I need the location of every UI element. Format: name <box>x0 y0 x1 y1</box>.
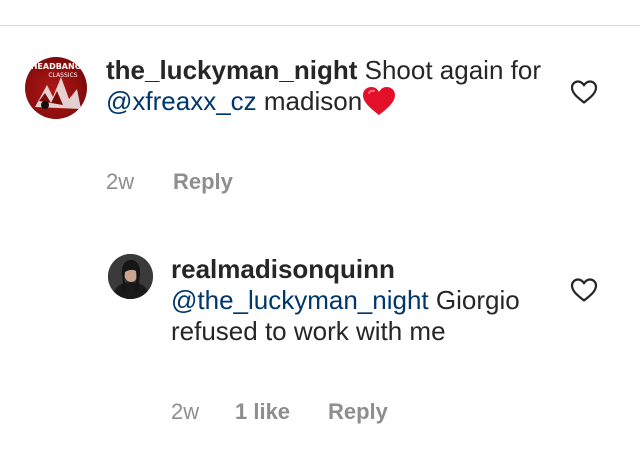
comment-body: the_luckyman_night Shoot again for @xfre… <box>106 55 546 117</box>
comment-time: 2w <box>106 169 135 194</box>
heart-outline-icon[interactable] <box>570 277 598 303</box>
reply-button[interactable]: Reply <box>173 169 233 195</box>
mention-link[interactable]: @xfreaxx_cz <box>106 86 257 116</box>
mention-link[interactable]: @the_luckyman_night <box>171 285 429 315</box>
likes-count[interactable]: 1 like <box>235 399 290 425</box>
comments-thread: HEADBANG CLASSICS the_luckyman_night Sho… <box>0 0 640 449</box>
comment-username[interactable]: realmadisonquinn <box>171 254 395 284</box>
comment-text: Shoot again for <box>357 55 541 85</box>
comment-text-end: madison <box>256 86 363 116</box>
comment-body: realmadisonquinn @the_luckyman_night Gio… <box>171 254 551 347</box>
heart-outline-icon[interactable] <box>570 79 598 105</box>
avatar-the-luckyman-night[interactable]: HEADBANG CLASSICS <box>25 57 87 119</box>
reply-button[interactable]: Reply <box>328 399 388 425</box>
avatar-logo-subtext: CLASSICS <box>48 72 77 79</box>
comment-meta: 2w 1 like Reply <box>171 399 431 425</box>
red-heart-emoji-icon <box>363 87 396 115</box>
avatar-logo-text: HEADBANG <box>31 62 82 71</box>
comment-time: 2w <box>171 399 200 424</box>
comment-username[interactable]: the_luckyman_night <box>106 55 357 85</box>
avatar-realmadisonquinn[interactable] <box>108 254 153 299</box>
comment-meta: 2w Reply <box>106 169 306 195</box>
divider <box>0 25 640 26</box>
